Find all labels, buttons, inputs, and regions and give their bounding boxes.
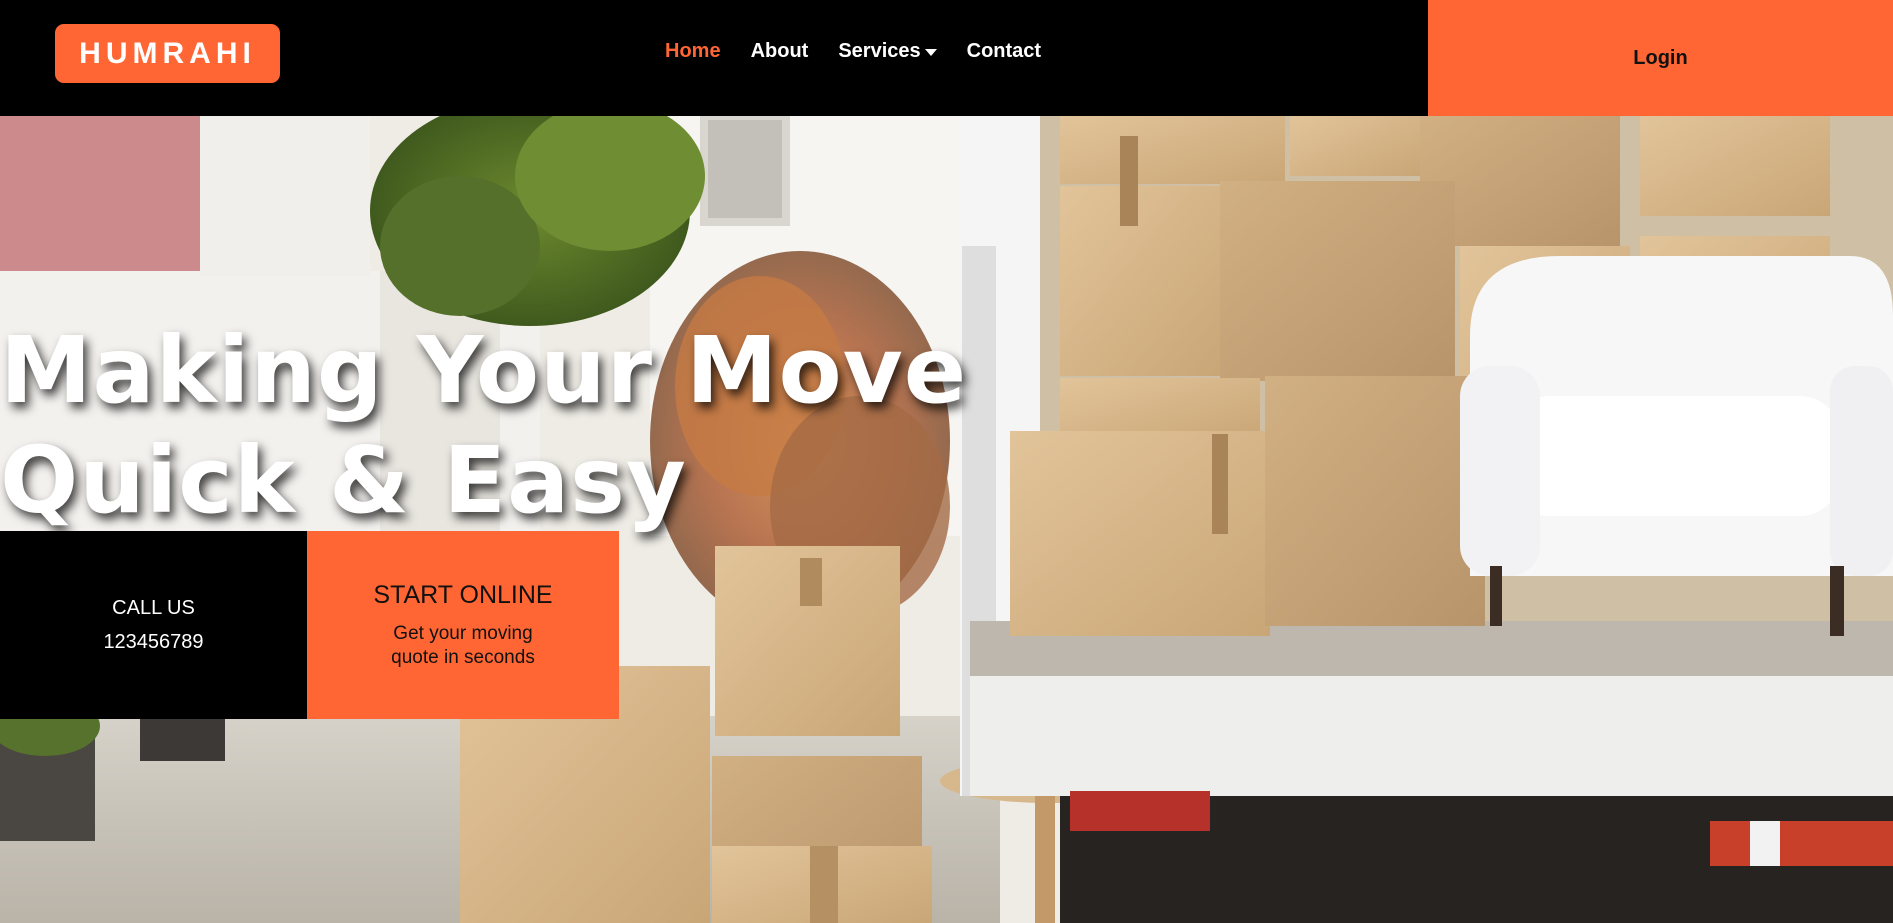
hero-title-line1: Making Your Move [0, 317, 968, 424]
brand-logo[interactable]: HUMRAHI [55, 24, 280, 83]
main-nav: Home About Services Contact [665, 40, 1041, 63]
call-us-label: CALL US [112, 596, 195, 619]
start-online-label: START ONLINE [373, 580, 553, 609]
call-us-number[interactable]: 123456789 [103, 631, 203, 654]
login-button[interactable]: Login [1428, 0, 1893, 116]
nav-home[interactable]: Home [665, 40, 721, 63]
nav-services[interactable]: Services [838, 40, 937, 63]
call-us-box[interactable]: CALL US 123456789 [0, 531, 307, 719]
hero-title-line2: Quick & Easy [0, 427, 687, 534]
hero-section: Making Your Move Quick & Easy CALL US 12… [0, 116, 1893, 923]
nav-services-label: Services [838, 40, 921, 62]
hero-title: Making Your Move Quick & Easy [0, 316, 967, 536]
chevron-down-icon [924, 49, 937, 56]
navbar: HUMRAHI Home About Services Contact Logi… [0, 0, 1893, 116]
nav-about[interactable]: About [751, 40, 809, 63]
start-online-subtitle: Get your moving quote in seconds [391, 622, 535, 668]
start-online-button[interactable]: START ONLINE Get your moving quote in se… [307, 531, 619, 719]
nav-contact[interactable]: Contact [967, 40, 1041, 63]
